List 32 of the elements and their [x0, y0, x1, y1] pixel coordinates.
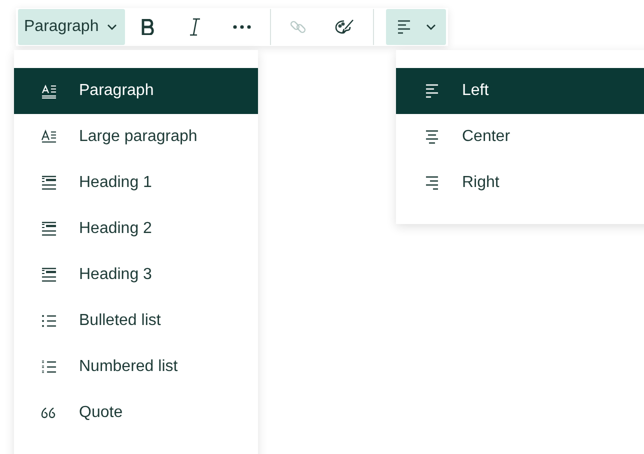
menu-item[interactable]: Center — [396, 114, 644, 160]
align-right-icon — [424, 176, 440, 190]
caret-icon — [106, 24, 117, 30]
link-icon — [289, 18, 308, 36]
numbered-list-icon — [41, 359, 57, 375]
heading-icon — [41, 267, 57, 283]
menu-item[interactable]: Bulleted list — [14, 298, 258, 344]
caret-icon — [426, 24, 436, 30]
align-left-icon — [424, 84, 440, 98]
menu-item[interactable]: Heading 2 — [14, 206, 258, 252]
menu-item[interactable]: Paragraph — [14, 68, 258, 114]
menu-item[interactable]: Heading 1 — [14, 160, 258, 206]
block-style-dropdown[interactable]: Paragraph — [18, 9, 125, 45]
italic-icon — [188, 18, 202, 36]
menu-item[interactable]: Large paragraph — [14, 114, 258, 160]
align-dropdown[interactable] — [386, 9, 446, 45]
align-center-icon — [424, 130, 440, 144]
more-icon — [233, 25, 252, 29]
menu-item[interactable]: Left — [396, 68, 644, 114]
palette-icon — [335, 19, 356, 35]
align-left-icon — [396, 20, 412, 34]
paragraph-icon — [41, 83, 57, 99]
menu-item[interactable]: Right — [396, 160, 644, 206]
quote-icon — [41, 405, 57, 421]
menu-item[interactable]: Quote — [14, 390, 258, 436]
menu-item[interactable]: Heading 3 — [14, 252, 258, 298]
heading-icon — [41, 175, 57, 191]
large-text-icon — [41, 129, 57, 145]
heading-icon — [41, 221, 57, 237]
bold-icon — [141, 19, 156, 35]
bulleted-list-icon — [41, 313, 57, 329]
menu-item[interactable]: Numbered list — [14, 344, 258, 390]
